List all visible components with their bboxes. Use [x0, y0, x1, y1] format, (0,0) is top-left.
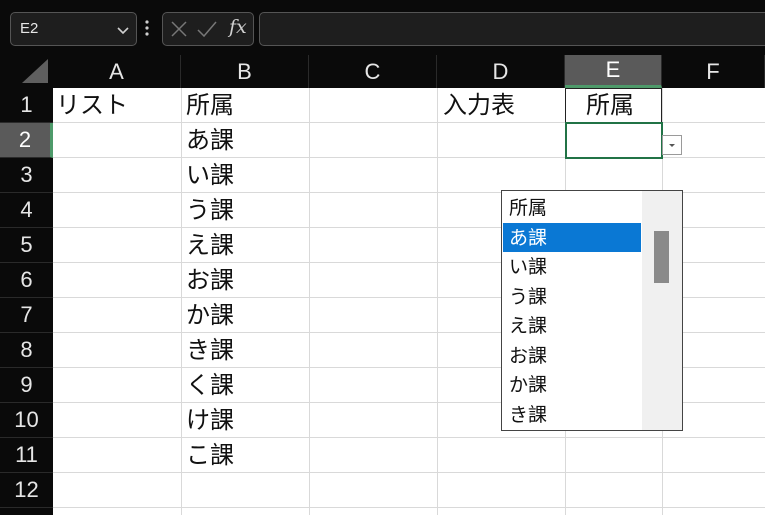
column-header-a[interactable]: A	[53, 55, 181, 88]
data-validation-list[interactable]: 所属 あ課 い課 う課 え課 お課 か課 き課	[501, 190, 683, 431]
list-scrollbar[interactable]	[642, 191, 682, 430]
select-all-button[interactable]	[0, 55, 53, 88]
row-header-10[interactable]: 10	[0, 403, 53, 438]
cell-area[interactable]: リスト 所属 あ課 い課 う課 え課 お課 か課 き課 く課 け課 こ課 入力表…	[53, 88, 765, 515]
checkmark-icon[interactable]	[197, 20, 217, 38]
cell-d1[interactable]: 入力表	[443, 88, 515, 123]
gridline	[309, 88, 310, 515]
list-item[interactable]: い課	[503, 252, 641, 282]
row-header-7[interactable]: 7	[0, 298, 53, 333]
row-header-2[interactable]: 2	[0, 123, 53, 158]
cell-b10[interactable]: け課	[186, 403, 234, 438]
cell-b6[interactable]: お課	[186, 263, 234, 298]
worksheet-grid: A B C D E F 1 2 3 4 5 6 7 8 9 10 11 12 リ…	[0, 55, 765, 515]
chevron-down-icon[interactable]	[115, 22, 131, 38]
list-item[interactable]: き課	[503, 400, 641, 430]
cell-a1[interactable]: リスト	[56, 88, 128, 123]
cell-b2[interactable]: あ課	[186, 123, 234, 158]
gridline	[181, 88, 182, 515]
list-item[interactable]: 所属	[503, 193, 641, 223]
cell-e1[interactable]: 所属	[565, 88, 662, 124]
row-header-8[interactable]: 8	[0, 333, 53, 368]
row-header-6[interactable]: 6	[0, 263, 53, 298]
row-header-3[interactable]: 3	[0, 158, 53, 193]
row-header-9[interactable]: 9	[0, 368, 53, 403]
list-item[interactable]: お課	[503, 341, 641, 371]
cancel-icon[interactable]	[170, 20, 188, 38]
more-options-icon[interactable]	[144, 18, 150, 38]
row-header-1[interactable]: 1	[0, 88, 53, 123]
formula-actions: fx	[162, 12, 254, 46]
triangle-down-icon	[669, 144, 675, 147]
active-cell-e2[interactable]	[565, 122, 663, 159]
row-header-5[interactable]: 5	[0, 228, 53, 263]
cell-b8[interactable]: き課	[186, 333, 234, 368]
cell-b3[interactable]: い課	[186, 158, 234, 193]
cell-b5[interactable]: え課	[186, 228, 234, 263]
gridline	[53, 507, 765, 508]
formula-input[interactable]	[259, 12, 765, 46]
list-item[interactable]: え課	[503, 311, 641, 341]
cell-b4[interactable]: う課	[186, 193, 234, 228]
cell-b11[interactable]: こ課	[186, 438, 234, 473]
scroll-thumb[interactable]	[654, 231, 669, 283]
formula-bar: E2 fx	[0, 0, 765, 55]
row-header-4[interactable]: 4	[0, 193, 53, 228]
name-box-value[interactable]: E2	[20, 20, 38, 37]
column-header-c[interactable]: C	[309, 55, 437, 88]
list-item-selected[interactable]: あ課	[503, 222, 641, 252]
gridline	[437, 88, 438, 515]
column-header-e[interactable]: E	[565, 55, 662, 88]
gridline	[53, 437, 765, 438]
select-all-triangle-icon	[22, 59, 48, 83]
list-item[interactable]: か課	[503, 370, 641, 400]
insert-function-button[interactable]: fx	[229, 16, 247, 38]
row-header-11[interactable]: 11	[0, 438, 53, 473]
row-header-12[interactable]: 12	[0, 473, 53, 508]
data-validation-dropdown-button[interactable]	[662, 135, 682, 155]
column-header-b[interactable]: B	[181, 55, 309, 88]
name-box[interactable]: E2	[10, 12, 137, 46]
cell-b9[interactable]: く課	[186, 368, 234, 403]
column-header-f[interactable]: F	[662, 55, 765, 88]
list-item[interactable]: う課	[503, 282, 641, 312]
cell-b7[interactable]: か課	[186, 298, 234, 333]
gridline	[53, 472, 765, 473]
column-header-d[interactable]: D	[437, 55, 565, 88]
cell-b1[interactable]: 所属	[186, 88, 234, 123]
cell-e1-value: 所属	[586, 91, 634, 119]
